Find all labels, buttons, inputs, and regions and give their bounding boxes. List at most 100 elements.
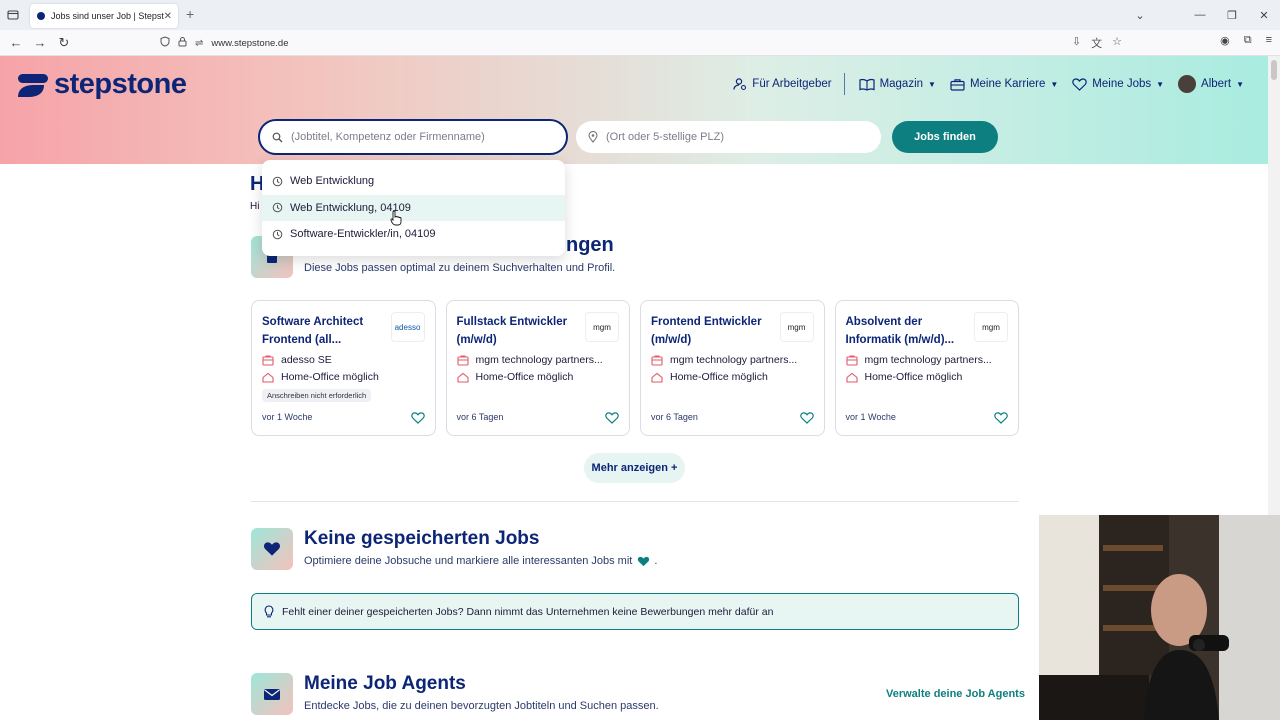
chevron-down-icon: ▼ bbox=[1050, 79, 1059, 89]
home-office-icon bbox=[262, 372, 275, 383]
job-title[interactable]: Fullstack Entwickler (m/w/d) bbox=[457, 313, 577, 349]
building-icon bbox=[456, 355, 470, 366]
saved-jobs-info-box: Fehlt einer deiner gespeicherten Jobs? D… bbox=[251, 593, 1019, 630]
job-agents-heading: Meine Job Agents bbox=[304, 673, 466, 694]
company-name: mgm technology partners... bbox=[864, 354, 992, 366]
history-icon bbox=[272, 229, 283, 240]
job-search-input[interactable]: (Jobtitel, Kompetenz oder Firmenname) bbox=[258, 119, 568, 155]
save-job-heart-icon[interactable] bbox=[605, 412, 619, 424]
chevron-down-icon: ▼ bbox=[928, 79, 936, 89]
forward-icon[interactable]: → bbox=[28, 35, 52, 50]
job-title[interactable]: Frontend Entwickler (m/w/d) bbox=[651, 313, 771, 349]
tab-close-icon[interactable]: ✕ bbox=[164, 11, 172, 22]
home-office-icon bbox=[651, 372, 664, 383]
account-icon[interactable]: ◉ bbox=[1220, 34, 1230, 47]
shield-icon[interactable] bbox=[160, 36, 170, 50]
saved-jobs-section-icon bbox=[251, 528, 293, 570]
search-icon bbox=[272, 132, 283, 143]
remote-label: Home-Office möglich bbox=[864, 371, 963, 383]
book-icon bbox=[858, 78, 875, 91]
show-more-button[interactable]: Mehr anzeigen + bbox=[584, 453, 685, 483]
job-agents-subtitle: Entdecke Jobs, die zu deinen bevorzugten… bbox=[304, 700, 659, 712]
lightbulb-icon bbox=[264, 605, 274, 618]
minimize-icon[interactable]: — bbox=[1184, 9, 1216, 21]
posted-age: vor 6 Tagen bbox=[456, 412, 504, 422]
nav-employer-label: Für Arbeitgeber bbox=[752, 78, 832, 90]
close-window-icon[interactable]: ✕ bbox=[1248, 9, 1280, 22]
new-tab-icon[interactable]: + bbox=[186, 6, 194, 22]
posted-age: vor 1 Woche bbox=[845, 412, 896, 422]
hand-cursor-icon bbox=[390, 210, 402, 226]
company-logo: adesso bbox=[390, 312, 425, 342]
job-card[interactable]: Fullstack Entwickler (m/w/d) mgm mgm tec… bbox=[445, 300, 630, 436]
company-name: mgm technology partners... bbox=[670, 354, 798, 366]
top-navigation: Für Arbeitgeber Magazin ▼ Meine Karriere… bbox=[719, 73, 1244, 95]
company-logo-text: mgm bbox=[787, 322, 806, 332]
save-job-heart-icon[interactable] bbox=[799, 412, 814, 424]
job-card[interactable]: Frontend Entwickler (m/w/d) mgm mgm tech… bbox=[640, 300, 825, 436]
suggestion-item[interactable]: Web Entwicklung bbox=[262, 168, 565, 195]
recommendations-subtitle: Diese Jobs passen optimal zu deinem Such… bbox=[304, 262, 616, 274]
saved-jobs-subtitle: Optimiere deine Jobsuche und markiere al… bbox=[304, 555, 657, 567]
nav-career[interactable]: Meine Karriere ▼ bbox=[950, 78, 1058, 91]
job-cards: Software Architect Frontend (all... ades… bbox=[251, 300, 1019, 436]
save-job-heart-icon[interactable] bbox=[410, 412, 425, 424]
suggestion-item[interactable]: Web Entwicklung, 04109 bbox=[262, 194, 565, 221]
posted-age: vor 6 Tagen bbox=[651, 412, 698, 422]
company-logo-text: mgm bbox=[982, 322, 1000, 332]
find-jobs-button[interactable]: Jobs finden bbox=[892, 121, 998, 153]
extensions-icon[interactable]: ⧉ bbox=[1244, 34, 1252, 47]
building-icon bbox=[651, 355, 664, 366]
back-icon[interactable]: ← bbox=[4, 35, 28, 50]
browser-tab-active[interactable]: Jobs sind unser Job | Stepstone ✕ bbox=[30, 4, 178, 28]
company-logo: mgm bbox=[779, 312, 814, 342]
chevron-down-icon: ▼ bbox=[1236, 79, 1244, 89]
building-icon bbox=[845, 355, 859, 366]
tab-overflow-chevron-icon[interactable]: ⌄ bbox=[1124, 9, 1156, 22]
envelope-icon bbox=[264, 688, 280, 700]
menu-icon[interactable]: ≡ bbox=[1266, 34, 1272, 47]
company-logo: mgm bbox=[585, 312, 619, 342]
reload-icon[interactable]: ↻ bbox=[52, 35, 76, 51]
logo-text: stepstone bbox=[54, 68, 187, 100]
download-page-icon[interactable]: ⇩ bbox=[1072, 35, 1081, 51]
company-name: mgm technology partners... bbox=[475, 354, 603, 366]
nav-separator bbox=[843, 73, 845, 95]
remote-row: Home-Office möglich bbox=[845, 371, 1009, 383]
tab-list-icon[interactable] bbox=[0, 0, 26, 30]
bookmark-star-icon[interactable]: ☆ bbox=[1112, 35, 1122, 51]
remote-row: Home-Office möglich bbox=[456, 371, 620, 383]
suggestion-item[interactable]: Software-Entwickler/in, 04109 bbox=[262, 221, 565, 248]
nav-magazine[interactable]: Magazin ▼ bbox=[858, 78, 936, 91]
nav-employer[interactable]: Für Arbeitgeber bbox=[733, 77, 832, 91]
employer-icon bbox=[733, 77, 747, 91]
company-row: mgm technology partners... bbox=[845, 354, 1009, 366]
nav-my-jobs[interactable]: Meine Jobs ▼ bbox=[1072, 77, 1165, 91]
lock-icon[interactable] bbox=[178, 36, 187, 50]
job-title[interactable]: Software Architect Frontend (all... bbox=[262, 313, 382, 349]
translate-icon[interactable]: 文 bbox=[1091, 35, 1102, 51]
manage-job-agents-link[interactable]: Verwalte deine Job Agents bbox=[886, 688, 1025, 700]
url-bar[interactable]: ⇌ www.stepstone.de ⇩ 文 ☆ bbox=[152, 33, 1128, 53]
permissions-icon[interactable]: ⇌ bbox=[195, 38, 203, 49]
job-title[interactable]: Absolvent der Informatik (m/w/d)... bbox=[846, 313, 966, 349]
save-job-heart-icon[interactable] bbox=[994, 412, 1008, 424]
url-text: www.stepstone.de bbox=[211, 37, 289, 49]
company-row: mgm technology partners... bbox=[651, 354, 814, 366]
location-input[interactable]: (Ort oder 5-stellige PLZ) bbox=[576, 121, 881, 153]
restore-icon[interactable]: ❐ bbox=[1216, 9, 1248, 22]
briefcase-icon bbox=[950, 78, 965, 91]
scrollbar-thumb[interactable] bbox=[1271, 60, 1277, 80]
stepstone-favicon-icon bbox=[36, 11, 46, 21]
job-card[interactable]: Absolvent der Informatik (m/w/d)... mgm … bbox=[834, 300, 1019, 436]
job-card[interactable]: Software Architect Frontend (all... ades… bbox=[251, 300, 436, 436]
remote-label: Home-Office möglich bbox=[281, 371, 379, 383]
section-divider bbox=[251, 501, 1019, 502]
no-cover-letter-badge: Anschreiben nicht erforderlich bbox=[262, 389, 372, 402]
nav-user-menu[interactable]: Albert ▼ bbox=[1178, 75, 1244, 93]
hidden-section-subtitle: Hi bbox=[250, 201, 260, 212]
posted-age: vor 1 Woche bbox=[262, 412, 313, 422]
chevron-down-icon: ▼ bbox=[1156, 79, 1165, 89]
stepstone-logo[interactable]: stepstone bbox=[16, 68, 187, 101]
company-logo: mgm bbox=[974, 312, 1008, 342]
